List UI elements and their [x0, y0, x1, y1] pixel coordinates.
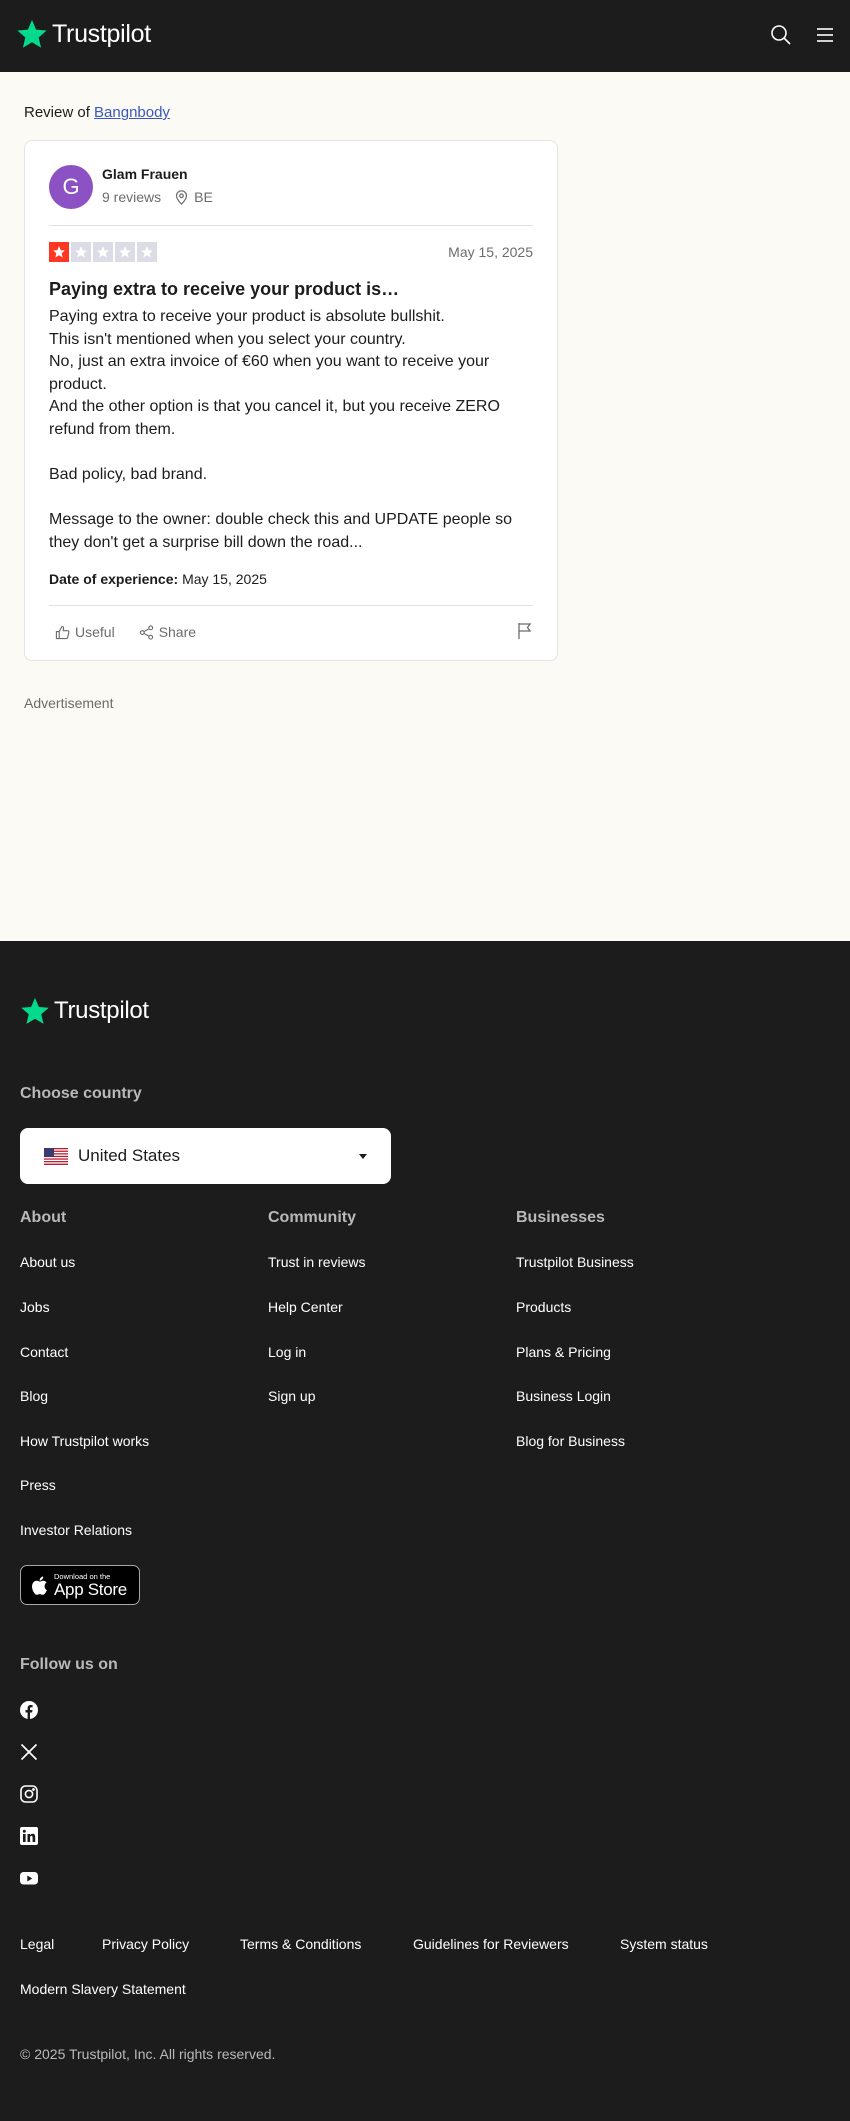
experience-label: Date of experience: — [49, 571, 179, 587]
chevron-down-icon — [359, 1154, 367, 1159]
date-of-experience: Date of experience: May 15, 2025 — [49, 571, 267, 587]
us-flag-icon — [44, 1147, 68, 1165]
trustpilot-logo[interactable]: Trustpilot — [16, 18, 151, 50]
divider — [49, 605, 533, 606]
review-body-line: No, just an extra invoice of €60 when yo… — [49, 353, 490, 393]
community-heading: Community — [268, 1209, 356, 1226]
follow-us-heading: Follow us on — [20, 1656, 118, 1673]
footer-trustpilot-logo[interactable]: Trustpilot — [20, 996, 149, 1026]
reviewer-location: BE — [175, 189, 213, 205]
divider — [49, 225, 533, 226]
footer: Trustpilot Choose country United States … — [0, 941, 850, 2121]
review-body-line: This isn't mentioned when you select you… — [49, 330, 406, 348]
app-store-badge[interactable]: Download on the App Store — [20, 1565, 140, 1605]
footer-link-blog-for-business[interactable]: Blog for Business — [516, 1433, 625, 1449]
review-title[interactable]: Paying extra to receive your product is… — [49, 279, 399, 300]
reviewer-country: BE — [194, 189, 213, 205]
footer-link-system-status[interactable]: System status — [620, 1936, 708, 1952]
footer-link-privacy-policy[interactable]: Privacy Policy — [102, 1936, 189, 1952]
star-empty-icon — [93, 242, 113, 262]
footer-link-jobs[interactable]: Jobs — [20, 1299, 50, 1315]
footer-link-legal[interactable]: Legal — [20, 1936, 54, 1952]
youtube-icon[interactable] — [20, 1869, 38, 1887]
footer-link-guidelines-for-reviewers[interactable]: Guidelines for Reviewers — [413, 1936, 569, 1952]
country-select[interactable]: United States — [20, 1128, 391, 1184]
menu-icon[interactable] — [814, 24, 836, 46]
footer-link-about-us[interactable]: About us — [20, 1254, 75, 1270]
reviewer-review-count: 9 reviews — [102, 189, 162, 205]
review-body-line: And the other option is that you cancel … — [49, 398, 500, 438]
star-filled-icon — [49, 242, 69, 262]
instagram-icon[interactable] — [20, 1785, 38, 1803]
footer-link-blog[interactable]: Blog — [20, 1388, 48, 1404]
app-store-big-text: App Store — [54, 1579, 127, 1599]
apple-icon — [32, 1576, 47, 1595]
footer-link-press[interactable]: Press — [20, 1477, 56, 1493]
footer-link-plans-pricing[interactable]: Plans & Pricing — [516, 1344, 611, 1360]
location-pin-icon — [176, 189, 188, 205]
footer-link-sign-up[interactable]: Sign up — [268, 1388, 315, 1404]
review-body-line: Message to the owner: double check this … — [49, 511, 513, 551]
report-flag-icon[interactable] — [517, 622, 533, 640]
choose-country-heading: Choose country — [20, 1085, 142, 1102]
share-button[interactable]: Share — [139, 624, 196, 640]
footer-link-terms-conditions[interactable]: Terms & Conditions — [240, 1936, 361, 1952]
search-icon[interactable] — [770, 24, 792, 46]
useful-label: Useful — [75, 624, 115, 640]
business-link[interactable]: Bangnbody — [94, 104, 170, 121]
review-of-line: Review of Bangnbody — [24, 104, 170, 121]
trustpilot-wordmark: Trustpilot — [52, 19, 151, 48]
trustpilot-star-icon — [17, 20, 47, 48]
thumbs-up-icon — [55, 625, 70, 639]
reviewer-meta: 9 reviews BE — [102, 189, 213, 205]
x-icon[interactable] — [20, 1743, 38, 1761]
review-body: Paying extra to receive your product is … — [49, 306, 539, 555]
review-date: May 15, 2025 — [448, 244, 533, 260]
share-label: Share — [158, 624, 197, 640]
footer-link-trustpilot-business[interactable]: Trustpilot Business — [516, 1254, 634, 1270]
footer-link-contact[interactable]: Contact — [20, 1344, 68, 1360]
copyright: © 2025 Trustpilot, Inc. All rights reser… — [20, 2046, 276, 2062]
review-of-prefix: Review of — [24, 104, 90, 121]
advertisement-label: Advertisement — [24, 695, 114, 711]
about-heading: About — [20, 1209, 67, 1226]
linkedin-icon[interactable] — [20, 1827, 38, 1845]
star-empty-icon — [115, 242, 135, 262]
share-icon — [139, 624, 153, 640]
footer-link-modern-slavery-statement[interactable]: Modern Slavery Statement — [20, 1981, 186, 1997]
footer-link-help-center[interactable]: Help Center — [268, 1299, 343, 1315]
businesses-heading: Businesses — [516, 1209, 605, 1226]
reviewer-name[interactable]: Glam Frauen — [102, 166, 188, 182]
country-selected-value: United States — [78, 1146, 181, 1165]
star-rating — [49, 242, 157, 262]
trustpilot-star-icon — [21, 997, 49, 1024]
footer-link-trust-in-reviews[interactable]: Trust in reviews — [268, 1254, 366, 1270]
review-card: G Glam Frauen 9 reviews BE May 15, 2025 … — [24, 140, 558, 661]
facebook-icon[interactable] — [20, 1701, 38, 1719]
footer-link-business-login[interactable]: Business Login — [516, 1388, 611, 1404]
footer-link-products[interactable]: Products — [516, 1299, 571, 1315]
review-body-line: Bad policy, bad brand. — [49, 466, 208, 484]
footer-link-investor-relations[interactable]: Investor Relations — [20, 1522, 132, 1538]
footer-link-how-trustpilot-works[interactable]: How Trustpilot works — [20, 1433, 149, 1449]
useful-button[interactable]: Useful — [55, 624, 115, 640]
review-body-line: Paying extra to receive your product is … — [49, 308, 445, 325]
avatar[interactable]: G — [49, 165, 93, 209]
star-empty-icon — [137, 242, 157, 262]
top-navigation-bar: Trustpilot — [0, 0, 850, 72]
experience-date: May 15, 2025 — [182, 571, 267, 587]
star-empty-icon — [71, 242, 91, 262]
trustpilot-wordmark: Trustpilot — [54, 997, 149, 1024]
footer-link-log-in[interactable]: Log in — [268, 1344, 306, 1360]
